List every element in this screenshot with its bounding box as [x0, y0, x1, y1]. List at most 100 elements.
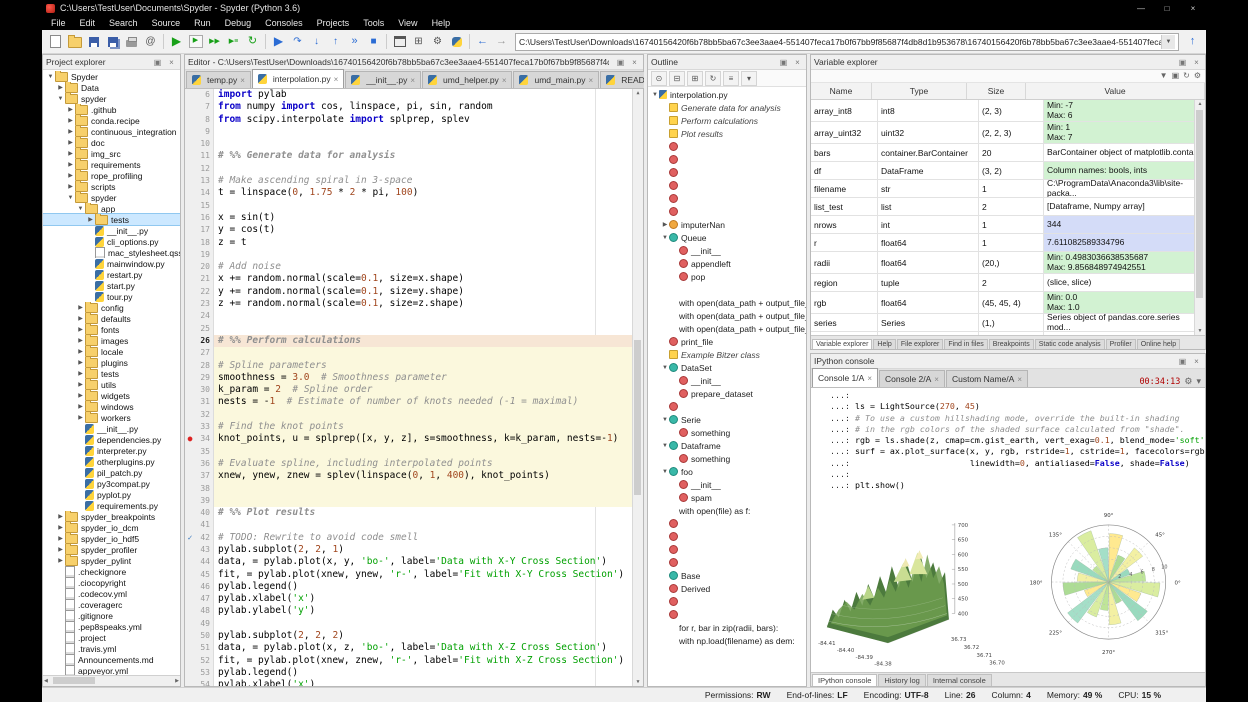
expander-icon[interactable]: ▶ — [66, 150, 75, 157]
step-into-icon[interactable]: ↓ — [307, 32, 326, 52]
code-line-30[interactable]: 30k_param = 2 # Spline order — [185, 384, 643, 396]
tree-item-mac-stylesheet-qss[interactable]: mac_stylesheet.qss — [43, 247, 180, 258]
code-line-25[interactable]: 25 — [185, 323, 643, 335]
back-icon[interactable]: ← — [473, 32, 492, 52]
console-menu-arrow-icon[interactable]: ▾ — [1196, 376, 1201, 387]
code-line-23[interactable]: 23z += random.normal(scale=0.1, size=z.s… — [185, 298, 643, 310]
outline-item-with-open-data-path-output-file-n[interactable]: with open(data_path + output_file_n... — [648, 296, 806, 309]
outline-item-dataset[interactable]: ▼DataSet — [648, 361, 806, 374]
expander-icon[interactable]: ▶ — [76, 337, 85, 344]
code-line-29[interactable]: 29smoothness = 3.0 # Smoothness paramete… — [185, 372, 643, 384]
outline-item-pop[interactable]: pop — [648, 270, 806, 283]
expand-all-icon[interactable]: ⊞ — [687, 71, 703, 86]
code-line-50[interactable]: 50pylab.subplot(2, 2, 2) — [185, 630, 643, 642]
tree-item-spyder-profiler[interactable]: ▶spyder_profiler — [43, 544, 180, 555]
expander-icon[interactable]: ▶ — [76, 403, 85, 410]
outline-item-init[interactable]: __init__ — [648, 374, 806, 387]
code-line-21[interactable]: 21x += random.normal(scale=0.1, size=x.s… — [185, 273, 643, 285]
code-line-11[interactable]: 11# %% Generate data for analysis — [185, 150, 643, 162]
expander-icon[interactable]: ▼ — [661, 235, 669, 241]
go-to-cursor-icon[interactable]: ⊙ — [651, 71, 667, 86]
menu-edit[interactable]: Edit — [73, 18, 103, 28]
code-line-37[interactable]: 37xnew, ynew, znew = splev(linspace(0, 1… — [185, 470, 643, 482]
options-gear-icon[interactable]: ⚙ — [1194, 71, 1201, 81]
expander-icon[interactable]: ▶ — [56, 535, 65, 542]
tree-item-cli-options-py[interactable]: cli_options.py — [43, 236, 180, 247]
expander-icon[interactable]: ▶ — [76, 414, 85, 421]
scrollbar-thumb[interactable] — [1196, 110, 1203, 298]
tree-item-utils[interactable]: ▶utils — [43, 379, 180, 390]
close-tab-icon[interactable]: × — [867, 374, 872, 383]
tree-item-spyder[interactable]: ▼Spyder — [43, 71, 180, 82]
outline-item-prepare-dataset[interactable]: prepare_dataset — [648, 387, 806, 400]
close-pane-icon[interactable]: × — [1191, 357, 1202, 366]
scrollbar-thumb[interactable] — [53, 677, 95, 684]
restore-tree-icon[interactable]: ↻ — [705, 71, 721, 86]
tree-item-ciocopyright[interactable]: .ciocopyright — [43, 577, 180, 588]
layout-icon[interactable]: ⊞ — [409, 32, 428, 52]
outline-item-blank[interactable] — [648, 400, 806, 413]
console-area-tab-internal-console[interactable]: Internal console — [927, 674, 992, 686]
outline-item-spam[interactable]: spam — [648, 491, 806, 504]
expander-icon[interactable]: ▶ — [661, 221, 669, 228]
close-tab-icon[interactable]: × — [410, 76, 415, 85]
column-header-size[interactable]: Size — [967, 83, 1026, 99]
variable-row-test-none[interactable]: test_noneNoneType1NoneType object of bui… — [811, 332, 1205, 335]
menu-search[interactable]: Search — [102, 18, 145, 28]
code-line-40[interactable]: 40# %% Plot results — [185, 507, 643, 519]
maximize-button[interactable]: □ — [1154, 1, 1180, 16]
outline-item-example-bitzer-class[interactable]: Example Bitzer class — [648, 348, 806, 361]
menu-consoles[interactable]: Consoles — [258, 18, 310, 28]
outline-item-dataframe[interactable]: ▼Dataframe — [648, 439, 806, 452]
tree-item-py3compat-py[interactable]: py3compat.py — [43, 478, 180, 489]
tree-item-appveyor-yml[interactable]: appveyor.yml — [43, 665, 180, 675]
scroll-down-icon[interactable]: ▼ — [633, 679, 643, 685]
tree-item-travis-yml[interactable]: .travis.yml — [43, 643, 180, 654]
tree-item-pil-patch-py[interactable]: pil_patch.py — [43, 467, 180, 478]
outline-item-blank[interactable] — [648, 140, 806, 153]
preferences-icon[interactable]: ⚙ — [428, 32, 447, 52]
tree-item-doc[interactable]: ▶doc — [43, 137, 180, 148]
code-line-52[interactable]: 52fit, = pylab.plot(xnew, znew, 'r-', la… — [185, 655, 643, 667]
pane-tab-variable-explorer[interactable]: Variable explorer — [812, 339, 872, 349]
outline-item-init[interactable]: __init__ — [648, 478, 806, 491]
console-options-gear-icon[interactable]: ⚙ — [1184, 376, 1192, 387]
tree-item-tests[interactable]: ▶tests — [43, 368, 180, 379]
debug-icon[interactable]: ▶ — [269, 32, 288, 52]
menu-help[interactable]: Help — [425, 18, 458, 28]
outline-item-with-open-data-path-output-file-n[interactable]: with open(data_path + output_file_n... — [648, 322, 806, 335]
outline-item-with-open-data-path-output-file-n[interactable]: with open(data_path + output_file_n... — [648, 309, 806, 322]
outline-item-derived[interactable]: Derived — [648, 582, 806, 595]
tree-item-tests[interactable]: ▶tests — [43, 214, 180, 225]
scroll-up-icon[interactable]: ▲ — [1195, 101, 1205, 107]
tree-item-plugins[interactable]: ▶plugins — [43, 357, 180, 368]
tree-item-mainwindow-py[interactable]: mainwindow.py — [43, 258, 180, 269]
scroll-left-icon[interactable]: ◀ — [44, 677, 48, 685]
code-line-15[interactable]: 15 — [185, 200, 643, 212]
code-line-14[interactable]: 14t = linspace(0, 1.75 * 2 * pi, 100) — [185, 187, 643, 199]
tree-item-pyplot-py[interactable]: pyplot.py — [43, 489, 180, 500]
code-line-38[interactable]: 38 — [185, 483, 643, 495]
variable-scrollbar[interactable]: ▲ ▼ — [1194, 100, 1205, 335]
tree-item-spyder-breakpoints[interactable]: ▶spyder_breakpoints — [43, 511, 180, 522]
parent-directory-button[interactable]: ↑ — [1183, 32, 1202, 52]
undock-icon[interactable]: ▣ — [1177, 58, 1188, 67]
outline-item-generate-data-for-analysis[interactable]: Generate data for analysis — [648, 101, 806, 114]
code-line-27[interactable]: 27 — [185, 347, 643, 359]
expander-icon[interactable]: ▶ — [66, 161, 75, 168]
outline-item-appendleft[interactable]: appendleft — [648, 257, 806, 270]
save-data-icon[interactable]: ▣ — [1172, 71, 1180, 81]
close-tab-icon[interactable]: × — [502, 76, 507, 85]
tree-item-codecov-yml[interactable]: .codecov.yml — [43, 588, 180, 599]
outline-item-blank[interactable] — [648, 608, 806, 621]
code-line-9[interactable]: 9 — [185, 126, 643, 138]
python-env-icon[interactable] — [447, 32, 466, 52]
tree-item-fonts[interactable]: ▶fonts — [43, 324, 180, 335]
expander-icon[interactable]: ▶ — [76, 370, 85, 377]
outline-item-with-np-load-filename-as-dem[interactable]: with np.load(filename) as dem: — [648, 634, 806, 647]
tree-item-github[interactable]: ▶.github — [43, 104, 180, 115]
tree-item-restart-py[interactable]: restart.py — [43, 269, 180, 280]
menu-source[interactable]: Source — [145, 18, 188, 28]
variable-row-array-int8[interactable]: array_int8int8(2, 3)Min: -7 Max: 6 — [811, 100, 1205, 122]
console-tab-custom-name-a[interactable]: Custom Name/A× — [946, 370, 1028, 387]
